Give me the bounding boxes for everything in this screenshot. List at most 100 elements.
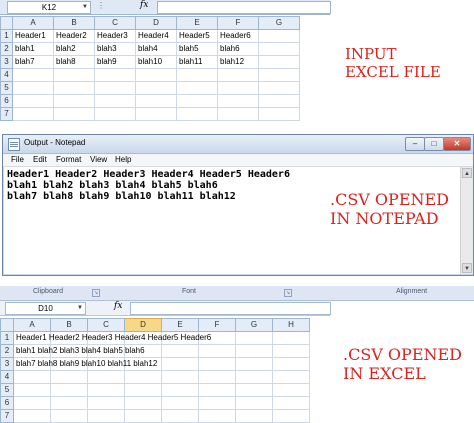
column-header-f[interactable]: F [198, 318, 236, 332]
row-header[interactable]: 1 [0, 29, 13, 43]
vertical-scrollbar[interactable]: ▲ ▼ [460, 167, 473, 274]
menu-view[interactable]: View [90, 155, 107, 164]
row-header[interactable]: 1 [0, 331, 14, 345]
cell[interactable] [176, 94, 218, 108]
dialog-launcher-icon[interactable]: ↘ [284, 289, 292, 297]
function-icon[interactable]: fx [140, 0, 148, 10]
chevron-down-icon[interactable]: ▼ [82, 2, 88, 13]
cell-grid[interactable]: A B C D E F G 1 Header1 Header2 Header3 Header4 Head… [0, 16, 300, 121]
cell[interactable] [53, 68, 95, 82]
cell[interactable] [272, 357, 310, 371]
name-box[interactable]: D10 ▼ [5, 302, 86, 315]
row-header[interactable]: 2 [0, 344, 14, 358]
cell[interactable] [258, 68, 300, 82]
cell[interactable]: blah1 [12, 42, 54, 56]
cell[interactable] [94, 94, 136, 108]
cell[interactable]: blah2 [53, 42, 95, 56]
cell[interactable] [272, 409, 310, 423]
cell[interactable] [135, 94, 177, 108]
cell[interactable] [53, 81, 95, 95]
menu-edit[interactable]: Edit [33, 155, 47, 164]
cell[interactable] [235, 357, 273, 371]
cell[interactable] [198, 344, 236, 358]
column-header-c[interactable]: C [94, 16, 136, 30]
row-header[interactable]: 3 [0, 357, 14, 371]
cell[interactable]: blah6 [217, 42, 259, 56]
column-header-b[interactable]: B [50, 318, 88, 332]
cell[interactable] [87, 409, 125, 423]
cell[interactable]: blah7 blah8 blah9 blah10 blah11 blah12 [13, 357, 157, 371]
name-box[interactable]: K12 ▼ [7, 1, 91, 14]
cell[interactable] [12, 94, 54, 108]
cell[interactable] [258, 81, 300, 95]
cell[interactable] [258, 55, 300, 69]
cell[interactable] [258, 29, 300, 43]
cell[interactable] [161, 409, 199, 423]
row-header[interactable]: 2 [0, 42, 13, 56]
cell[interactable] [124, 383, 162, 397]
cell[interactable] [161, 357, 199, 371]
cell[interactable] [176, 81, 218, 95]
row-header[interactable]: 5 [0, 81, 13, 95]
cell[interactable] [272, 331, 310, 345]
cell[interactable] [50, 370, 88, 384]
cell[interactable] [94, 68, 136, 82]
cell[interactable] [53, 107, 95, 121]
cell[interactable]: blah4 [135, 42, 177, 56]
cell[interactable] [50, 409, 88, 423]
formula-input[interactable] [130, 302, 331, 315]
cell[interactable] [198, 383, 236, 397]
column-header-e[interactable]: E [176, 16, 218, 30]
select-all-corner[interactable] [0, 16, 13, 30]
cell[interactable] [87, 396, 125, 410]
cell[interactable] [87, 370, 125, 384]
cell-grid[interactable]: A B C D E F G H 1 Header1 Header2 Header3 Header4… [0, 318, 310, 423]
column-header-d[interactable]: D [124, 318, 162, 332]
cell[interactable] [235, 370, 273, 384]
cell[interactable] [87, 383, 125, 397]
cell[interactable]: Header5 [176, 29, 218, 43]
scroll-down-icon[interactable]: ▼ [462, 263, 472, 273]
cell[interactable] [176, 107, 218, 121]
cell[interactable] [176, 68, 218, 82]
formula-input[interactable] [157, 1, 331, 14]
cell[interactable] [235, 409, 273, 423]
maximize-button[interactable]: □ [424, 137, 444, 151]
column-header-a[interactable]: A [13, 318, 51, 332]
cell[interactable]: Header1 Header2 Header3 Header4 Header5 … [13, 331, 211, 345]
cell[interactable] [258, 94, 300, 108]
cell[interactable] [94, 107, 136, 121]
column-header-g[interactable]: G [258, 16, 300, 30]
cell[interactable] [198, 409, 236, 423]
close-button[interactable]: ✕ [443, 137, 471, 151]
dialog-launcher-icon[interactable]: ↘ [92, 289, 100, 297]
chevron-down-icon[interactable]: ▼ [77, 303, 83, 314]
column-header-h[interactable]: H [272, 318, 310, 332]
row-header[interactable]: 3 [0, 55, 13, 69]
cell[interactable] [13, 370, 51, 384]
title-bar[interactable]: Output - Notepad – □ ✕ [3, 135, 473, 154]
cell[interactable] [235, 396, 273, 410]
cell[interactable] [272, 383, 310, 397]
cell[interactable]: blah3 [94, 42, 136, 56]
cell[interactable]: blah7 [12, 55, 54, 69]
cell[interactable] [217, 68, 259, 82]
cell[interactable]: blah12 [217, 55, 259, 69]
row-header[interactable]: 7 [0, 409, 14, 423]
cell[interactable] [50, 383, 88, 397]
column-header-d[interactable]: D [135, 16, 177, 30]
cell[interactable]: blah11 [176, 55, 218, 69]
cell[interactable] [272, 344, 310, 358]
cell[interactable] [258, 42, 300, 56]
cell[interactable] [198, 370, 236, 384]
cell[interactable] [235, 331, 273, 345]
row-header[interactable]: 7 [0, 107, 13, 121]
cell[interactable]: blah9 [94, 55, 136, 69]
cell[interactable] [272, 396, 310, 410]
cell[interactable] [94, 81, 136, 95]
column-header-e[interactable]: E [161, 318, 199, 332]
function-icon[interactable]: fx [114, 301, 122, 311]
cell[interactable] [13, 383, 51, 397]
row-header[interactable]: 5 [0, 383, 14, 397]
cell[interactable] [12, 107, 54, 121]
